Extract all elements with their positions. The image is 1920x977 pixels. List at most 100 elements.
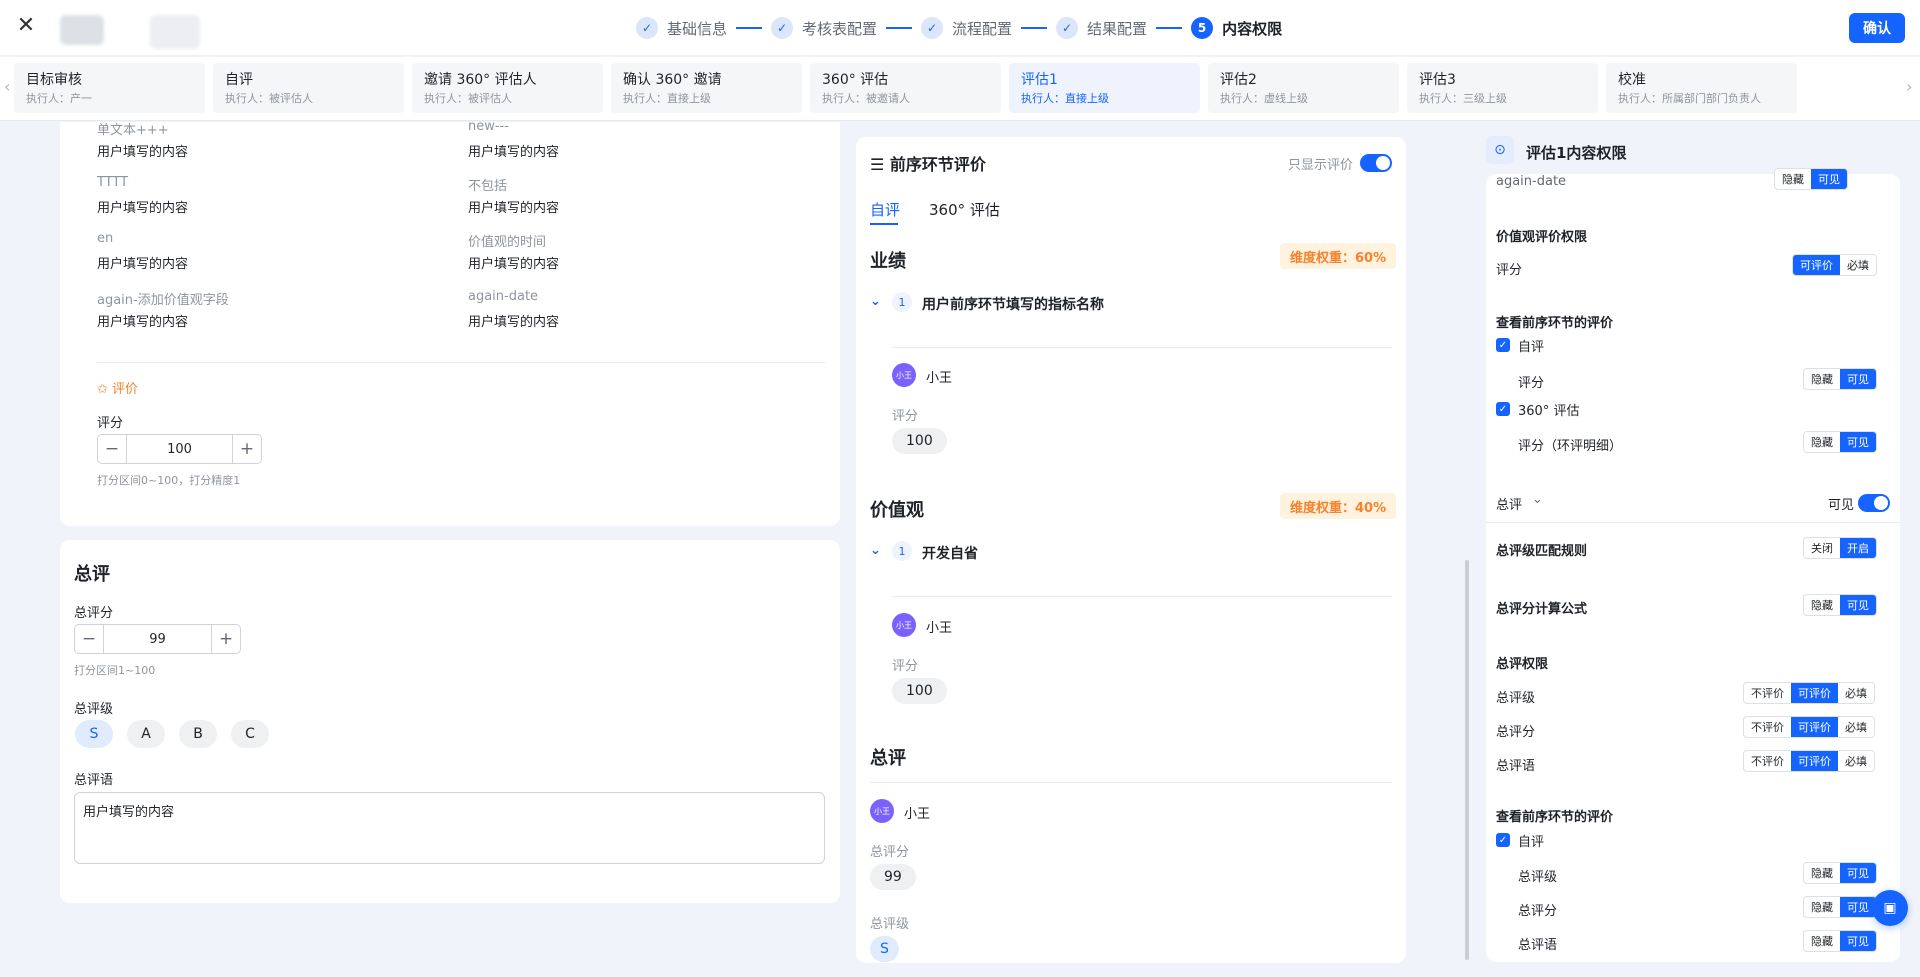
- visible-option[interactable]: 可见: [1840, 432, 1876, 452]
- grade-option-c[interactable]: C: [231, 720, 269, 748]
- perm-toggle[interactable]: 不评价 可评价 必填: [1743, 716, 1875, 738]
- confirm-button[interactable]: 确认: [1849, 13, 1905, 43]
- chevron-left-icon[interactable]: ‹: [4, 77, 10, 96]
- chevron-down-icon[interactable]: ⌄: [870, 543, 881, 558]
- hide-option[interactable]: 隐藏: [1804, 595, 1840, 615]
- checkbox-self-eval[interactable]: ✓: [1496, 833, 1510, 847]
- step-content-permission[interactable]: 5 内容权限: [1191, 17, 1282, 39]
- visibility-toggle[interactable]: 隐藏 可见: [1803, 862, 1877, 884]
- total-score-stepper[interactable]: − 99 +: [74, 624, 241, 654]
- tab-invite-360[interactable]: 邀请 360° 评估人 执行人：被评估人: [412, 63, 603, 113]
- can-eval-option[interactable]: 可评价: [1791, 717, 1838, 737]
- chevron-down-icon[interactable]: ⌄: [870, 294, 881, 309]
- off-option[interactable]: 关闭: [1804, 538, 1840, 558]
- step-result-config[interactable]: ✓ 结果配置: [1056, 17, 1147, 39]
- tab-self-review[interactable]: 自评: [870, 199, 900, 220]
- total-score-value[interactable]: 99: [103, 625, 212, 653]
- visible-option[interactable]: 可见: [1840, 369, 1876, 389]
- tab-title: 评估1: [1021, 72, 1058, 88]
- hide-option[interactable]: 隐藏: [1804, 369, 1840, 389]
- score-stepper[interactable]: − 100 +: [97, 434, 262, 464]
- overall-visible-toggle[interactable]: [1858, 494, 1890, 512]
- visible-option[interactable]: 可见: [1840, 595, 1876, 615]
- visibility-toggle[interactable]: 隐藏 可见: [1803, 431, 1877, 453]
- step-basic-info[interactable]: ✓ 基础信息: [636, 17, 727, 39]
- match-rule-toggle[interactable]: 关闭 开启: [1803, 537, 1877, 559]
- grade-option-s[interactable]: S: [75, 720, 113, 748]
- required-option[interactable]: 必填: [1838, 683, 1874, 703]
- row-label: 总评级: [1518, 870, 1558, 885]
- step-flow-config[interactable]: ✓ 流程配置: [921, 17, 1012, 39]
- tab-eval-2[interactable]: 评估2 执行人：虚线上级: [1208, 63, 1399, 113]
- no-eval-option[interactable]: 不评价: [1744, 717, 1791, 737]
- minus-icon[interactable]: −: [75, 625, 103, 653]
- step-connector: [736, 27, 763, 29]
- on-option[interactable]: 开启: [1840, 538, 1876, 558]
- score-label: 评分: [892, 659, 919, 674]
- divider: [892, 596, 1392, 597]
- visibility-toggle[interactable]: 隐藏 可见: [1803, 368, 1877, 390]
- tab-calibration[interactable]: 校准 执行人：所属部门部门负责人: [1606, 63, 1797, 113]
- can-eval-option[interactable]: 可评价: [1791, 751, 1838, 771]
- tab-self-eval[interactable]: 自评 执行人：被评估人: [213, 63, 404, 113]
- checkbox-360-eval[interactable]: ✓: [1496, 402, 1510, 416]
- tab-eval-1[interactable]: 评估1 执行人：直接上级: [1009, 63, 1200, 113]
- field-value: 用户填写的内容: [97, 145, 189, 160]
- reviewer-name: 小王: [904, 807, 931, 822]
- tab-confirm-360[interactable]: 确认 360° 邀请 执行人：直接上级: [611, 63, 802, 113]
- plus-icon[interactable]: +: [212, 625, 240, 653]
- hide-option[interactable]: 隐藏: [1775, 169, 1811, 189]
- can-eval-option[interactable]: 可评价: [1791, 683, 1838, 703]
- hide-option[interactable]: 隐藏: [1804, 863, 1840, 883]
- required-option[interactable]: 必填: [1840, 255, 1876, 275]
- no-eval-option[interactable]: 不评价: [1744, 683, 1791, 703]
- visible-option[interactable]: 可见: [1811, 169, 1847, 189]
- no-eval-option[interactable]: 不评价: [1744, 751, 1791, 771]
- plus-icon[interactable]: +: [233, 435, 261, 463]
- tab-target-review[interactable]: 目标审核 执行人：产一: [14, 63, 205, 113]
- hide-option[interactable]: 隐藏: [1804, 432, 1840, 452]
- perm-toggle[interactable]: 不评价 可评价 必填: [1743, 750, 1875, 772]
- item-number: 1: [892, 292, 912, 312]
- eval-perm-toggle[interactable]: 可评价 必填: [1792, 254, 1877, 276]
- visibility-toggle[interactable]: 隐藏 可见: [1803, 896, 1877, 918]
- can-eval-option[interactable]: 可评价: [1793, 255, 1840, 275]
- eval-section-title: ✩ 评价: [97, 378, 138, 397]
- tab-360-eval[interactable]: 360° 评估 执行人：被邀请人: [810, 63, 1001, 113]
- perm-toggle[interactable]: 不评价 可评价 必填: [1743, 682, 1875, 704]
- score-label: 评分: [892, 409, 919, 424]
- step-assessment-config[interactable]: ✓ 考核表配置: [771, 17, 877, 39]
- visibility-toggle[interactable]: 隐藏 可见: [1774, 168, 1848, 190]
- comment-textarea[interactable]: 用户填写的内容: [74, 792, 825, 864]
- close-icon[interactable]: ✕: [14, 14, 38, 38]
- tab-eval-3[interactable]: 评估3 执行人：三级上级: [1407, 63, 1598, 113]
- total-score-label: 总评分: [870, 845, 910, 860]
- chevron-down-icon[interactable]: ⌄: [1532, 492, 1543, 507]
- checkbox-self-eval[interactable]: ✓: [1496, 338, 1510, 352]
- required-option[interactable]: 必填: [1838, 717, 1874, 737]
- hide-option[interactable]: 隐藏: [1804, 897, 1840, 917]
- tab-sub: 执行人：三级上级: [1419, 92, 1507, 105]
- only-show-eval-toggle[interactable]: [1360, 154, 1392, 172]
- tab-title: 确认 360° 邀请: [623, 72, 722, 88]
- only-show-eval-label: 只显示评价: [1288, 158, 1354, 173]
- visible-option[interactable]: 可见: [1840, 897, 1876, 917]
- field-label: en: [97, 231, 114, 246]
- section-title: 价值观: [870, 500, 924, 521]
- chevron-right-icon[interactable]: ›: [1906, 77, 1912, 96]
- hide-option[interactable]: 隐藏: [1804, 931, 1840, 951]
- overall-dropdown-label[interactable]: 总评: [1496, 494, 1522, 513]
- row-label: 总评分: [1518, 904, 1558, 919]
- visible-option[interactable]: 可见: [1840, 863, 1876, 883]
- grade-option-a[interactable]: A: [127, 720, 165, 748]
- minus-icon[interactable]: −: [98, 435, 126, 463]
- scrollbar[interactable]: [1465, 560, 1469, 960]
- visibility-toggle[interactable]: 隐藏 可见: [1803, 930, 1877, 952]
- score-value[interactable]: 100: [126, 435, 233, 463]
- chat-bubble-icon[interactable]: ▣: [1872, 890, 1908, 926]
- tab-360-review[interactable]: 360° 评估: [929, 199, 1000, 220]
- required-option[interactable]: 必填: [1838, 751, 1874, 771]
- formula-toggle[interactable]: 隐藏 可见: [1803, 594, 1877, 616]
- grade-option-b[interactable]: B: [179, 720, 217, 748]
- visible-option[interactable]: 可见: [1840, 931, 1876, 951]
